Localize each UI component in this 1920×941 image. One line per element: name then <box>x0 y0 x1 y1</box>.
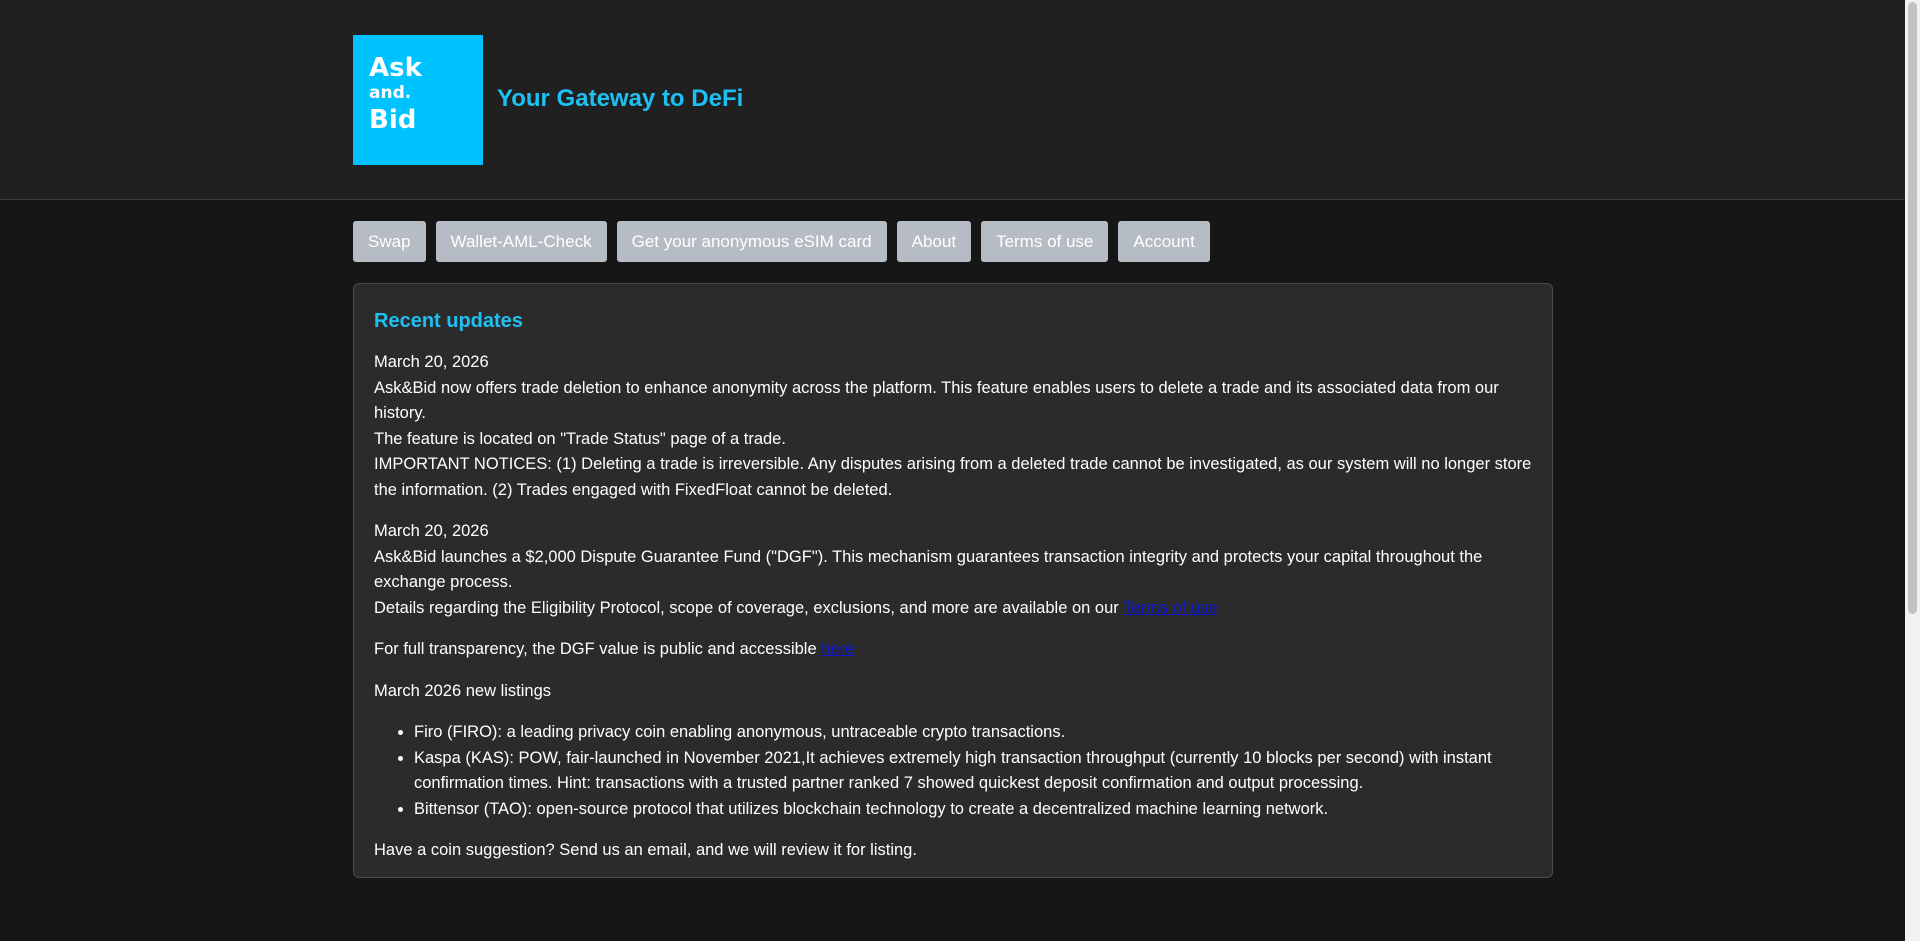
listings-list: Firo (FIRO): a leading privacy coin enab… <box>374 720 1532 822</box>
nav-account-button[interactable]: Account <box>1118 221 1210 262</box>
recent-updates-title: Recent updates <box>374 310 523 332</box>
page-scrollbar[interactable] <box>1905 0 1920 941</box>
update-date: March 20, 2026 <box>374 522 489 540</box>
listings-heading: March 2026 new listings <box>374 681 552 700</box>
list-item: Firo (FIRO): a leading privacy coin enab… <box>414 720 1532 746</box>
nav-swap-button[interactable]: Swap <box>353 221 426 262</box>
nav-about-button[interactable]: About <box>896 221 972 262</box>
transparency-text: For full transparency, the DGF value is … <box>374 640 822 658</box>
scrollbar-thumb[interactable] <box>1908 2 1917 614</box>
main-nav: Swap Wallet-AML-Check Get your anonymous… <box>353 221 1210 262</box>
logo-line-and: and. <box>369 83 412 103</box>
logo-line-ask: Ask <box>369 53 422 83</box>
recent-updates-panel: Recent updates March 20, 2026 Ask&Bid no… <box>353 283 1553 878</box>
update-text: Ask&Bid now offers trade deletion to enh… <box>374 378 1499 423</box>
dgf-here-link[interactable]: here <box>821 640 854 658</box>
update-notice: IMPORTANT NOTICES: (1) Deleting a trade … <box>374 455 1532 499</box>
coin-suggestion-text: Have a coin suggestion? Send us an email… <box>374 841 917 859</box>
update-date: March 20, 2026 <box>374 353 489 371</box>
list-item: Bittensor (TAO): open-source protocol th… <box>414 797 1532 823</box>
transparency-note: For full transparency, the DGF value is … <box>374 637 1532 663</box>
update-details-text: Details regarding the Eligibility Protoc… <box>374 598 1124 617</box>
ask-and-bid-logo[interactable]: Ask and. Bid <box>353 35 483 165</box>
site-tagline: Your Gateway to DeFi <box>497 85 744 112</box>
update-entry: March 20, 2026 Ask&Bid now offers trade … <box>374 350 1532 503</box>
update-entry: March 20, 2026 Ask&Bid launches a $2,000… <box>374 519 1532 621</box>
site-header: Ask and. Bid Your Gateway to DeFi <box>0 0 1905 200</box>
logo-line-bid: Bid <box>369 105 417 135</box>
terms-of-use-link[interactable]: Terms of use <box>1123 599 1217 617</box>
list-item: Kaspa (KAS): POW, fair-launched in Novem… <box>414 746 1532 797</box>
update-location: The feature is located on "Trade Status"… <box>374 429 786 448</box>
nav-wallet-aml-check-button[interactable]: Wallet-AML-Check <box>435 221 607 262</box>
nav-terms-of-use-button[interactable]: Terms of use <box>981 221 1109 262</box>
update-details: Details regarding the Eligibility Protoc… <box>374 596 1532 622</box>
nav-esim-card-button[interactable]: Get your anonymous eSIM card <box>616 221 887 262</box>
update-text: Ask&Bid launches a $2,000 Dispute Guaran… <box>374 547 1483 592</box>
